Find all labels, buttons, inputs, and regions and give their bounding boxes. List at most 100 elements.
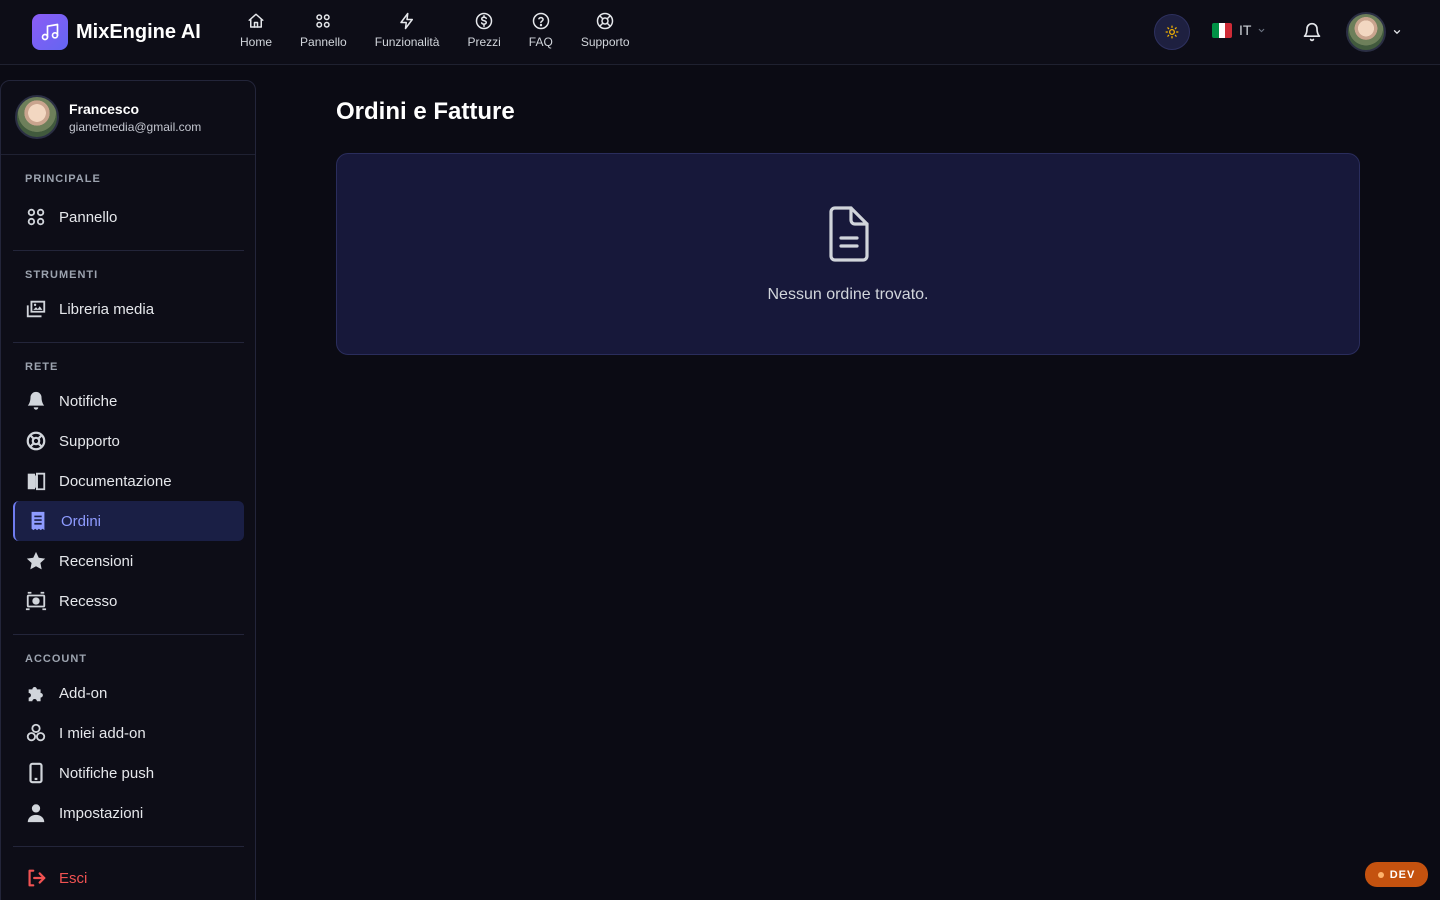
sidebar-item-notifiche-push[interactable]: Notifiche push (13, 753, 244, 793)
logout-label: Esci (59, 869, 88, 887)
env-badge-label: DEV (1389, 868, 1416, 881)
sidebar-item-documentazione[interactable]: Documentazione (13, 461, 244, 501)
brand[interactable]: MixEngine AI (32, 14, 201, 50)
photos-icon (26, 300, 46, 318)
sidebar-item-label: Pannello (59, 208, 118, 226)
flag-stripe-white (1218, 22, 1226, 38)
flag-stripe-green (1212, 22, 1219, 38)
sidebar-item-notifiche[interactable]: Notifiche (13, 381, 244, 421)
notifications-button[interactable] (1302, 22, 1322, 47)
section-title-account: ACCOUNT (13, 653, 244, 673)
section-title-strumenti: STRUMENTI (13, 269, 244, 289)
divider (13, 250, 244, 251)
language-selector[interactable]: IT (1212, 22, 1266, 38)
home-icon (248, 13, 264, 28)
bell-icon (27, 391, 45, 410)
dollar-icon (475, 12, 493, 30)
sidebar-item-pannello[interactable]: Pannello (13, 197, 244, 237)
logout-button[interactable]: Esci (13, 858, 244, 898)
nav-pannello-label: Pannello (300, 35, 347, 49)
italy-flag-icon (1212, 22, 1232, 38)
nav-home[interactable]: Home (226, 12, 286, 49)
page-title: Ordini e Fatture (336, 98, 515, 125)
sidebar-item-label: Notifiche push (59, 764, 155, 782)
money-icon (25, 591, 47, 611)
lifebuoy-icon (26, 431, 46, 451)
question-icon (532, 12, 550, 30)
sidebar-profile: Francesco gianetmedia@gmail.com (1, 81, 255, 155)
nav-faq-label: FAQ (528, 35, 553, 49)
nav-funzionalita[interactable]: Funzionalità (361, 12, 454, 49)
section-title: RETE (25, 361, 59, 373)
nav-home-label: Home (240, 35, 273, 49)
nav-pannello[interactable]: Pannello (286, 12, 361, 49)
nav-prezzi[interactable]: Prezzi (453, 12, 514, 49)
sidebar-item-supporto[interactable]: Supporto (13, 421, 244, 461)
env-badge: DEV (1365, 862, 1428, 887)
phone-icon (29, 762, 43, 784)
sidebar-item-recensioni[interactable]: Recensioni (13, 541, 244, 581)
user-menu-button[interactable] (1346, 12, 1402, 52)
section-title: PRINCIPALE (25, 173, 101, 185)
avatar (15, 95, 59, 139)
sidebar-item-label: Recesso (59, 592, 118, 610)
top-navbar: MixEngine AI Home Pannello Funzionalità … (0, 0, 1440, 65)
puzzle-icon (28, 687, 43, 702)
flag-stripe-red (1225, 22, 1232, 38)
divider (13, 342, 244, 343)
section-title-principale: PRINCIPALE (13, 173, 244, 193)
section-title: STRUMENTI (25, 269, 99, 281)
nav-faq[interactable]: FAQ (515, 12, 567, 49)
sidebar-item-impostazioni[interactable]: Impostazioni (13, 793, 244, 833)
divider (13, 846, 244, 847)
sidebar-item-label: Notifiche (59, 392, 118, 410)
sun-icon (1165, 25, 1179, 39)
grid-icon (27, 208, 45, 226)
section-title-rete: RETE (13, 361, 244, 381)
chevron-down-icon (1393, 30, 1401, 35)
logout-icon (28, 869, 46, 887)
profile-email: gianetmedia@gmail.com (69, 120, 202, 134)
sidebar-item-label: Libreria media (59, 300, 155, 318)
nav-supporto-label: Supporto (580, 35, 630, 49)
sidebar-item-label: Supporto (59, 432, 120, 450)
avatar (1346, 12, 1386, 52)
book-icon (27, 472, 46, 491)
language-code: IT (1239, 22, 1252, 38)
chevron-down-icon (1259, 28, 1265, 32)
user-icon (27, 804, 45, 823)
empty-message: Nessun ordine trovato. (767, 286, 929, 303)
receipt-icon (31, 511, 45, 531)
section-title: ACCOUNT (25, 653, 87, 665)
grid-icon (316, 14, 331, 28)
divider (13, 634, 244, 635)
document-icon (829, 206, 869, 262)
bell-icon (1303, 22, 1321, 42)
nav-prezzi-label: Prezzi (467, 35, 501, 49)
orders-empty-state: Nessun ordine trovato. (336, 153, 1360, 355)
star-icon (26, 551, 46, 570)
sidebar: Francesco gianetmedia@gmail.com PRINCIPA… (0, 80, 256, 900)
main-nav: Home Pannello Funzionalità Prezzi FAQ Su… (226, 12, 644, 49)
sidebar-item-ordini[interactable]: Ordini (13, 501, 244, 541)
sidebar-item-i-miei-add-on[interactable]: I miei add-on (13, 713, 244, 753)
shapes-icon (26, 723, 46, 742)
sidebar-item-label: Impostazioni (59, 804, 144, 822)
lightning-icon (400, 12, 414, 30)
sidebar-item-label: Ordini (61, 512, 102, 530)
nav-funzionalita-label: Funzionalità (374, 35, 440, 49)
sidebar-item-recesso[interactable]: Recesso (13, 581, 244, 621)
sidebar-item-label: Add-on (59, 684, 108, 702)
sidebar-item-label: I miei add-on (59, 724, 146, 742)
sidebar-item-label: Documentazione (59, 472, 172, 490)
sidebar-item-label: Recensioni (59, 552, 134, 570)
theme-toggle-button[interactable] (1154, 14, 1190, 50)
brand-name: MixEngine AI (76, 20, 201, 43)
nav-supporto[interactable]: Supporto (567, 12, 644, 49)
lifebuoy-icon (596, 12, 614, 30)
music-note-icon (32, 14, 68, 50)
sidebar-item-add-on[interactable]: Add-on (13, 673, 244, 713)
status-dot (1377, 871, 1384, 878)
sidebar-item-libreria-media[interactable]: Libreria media (13, 289, 244, 329)
profile-name: Francesco (69, 101, 140, 117)
